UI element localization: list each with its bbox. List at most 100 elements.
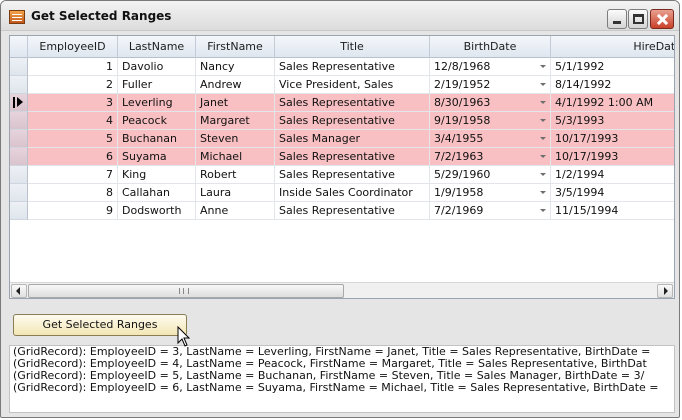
row-selector[interactable] [10, 112, 28, 130]
close-button[interactable] [650, 9, 674, 29]
dropdown-arrow-icon[interactable] [540, 173, 546, 176]
cell-firstname[interactable]: Margaret [196, 112, 275, 130]
cell-employeeid[interactable]: 8 [28, 184, 118, 202]
dropdown-arrow-icon[interactable] [540, 155, 546, 158]
column-header-lastname[interactable]: LastName [118, 36, 196, 58]
cell-birthdate[interactable]: 7/2/1963 [430, 148, 551, 166]
column-header-title[interactable]: Title [275, 36, 430, 58]
column-header-firstname[interactable]: FirstName [196, 36, 275, 58]
row-selector[interactable] [10, 76, 28, 94]
row-selector[interactable] [10, 148, 28, 166]
cell-birthdate[interactable]: 9/19/1958 [430, 112, 551, 130]
scroll-left-arrow-icon[interactable] [11, 284, 27, 298]
cell-lastname[interactable]: King [118, 166, 196, 184]
cell-title[interactable]: Sales Representative [275, 202, 430, 220]
cell-hiredate[interactable]: 1/2/1994 [551, 166, 674, 184]
cell-lastname[interactable]: Davolio [118, 58, 196, 76]
dropdown-arrow-icon[interactable] [540, 119, 546, 122]
cell-firstname[interactable]: Robert [196, 166, 275, 184]
dropdown-arrow-icon[interactable] [540, 137, 546, 140]
horizontal-scrollbar[interactable] [10, 282, 674, 298]
cell-lastname[interactable]: Fuller [118, 76, 196, 94]
cell-lastname[interactable]: Suyama [118, 148, 196, 166]
cell-birthdate[interactable]: 3/4/1955 [430, 130, 551, 148]
dropdown-arrow-icon[interactable] [540, 101, 546, 104]
cell-employeeid[interactable]: 1 [28, 58, 118, 76]
cell-employeeid[interactable]: 3 [28, 94, 118, 112]
employee-grid[interactable]: EmployeeID LastName FirstName Title Birt… [9, 35, 675, 299]
dropdown-arrow-icon[interactable] [540, 209, 546, 212]
dropdown-arrow-icon[interactable] [540, 83, 546, 86]
scroll-thumb[interactable] [28, 284, 344, 298]
output-log[interactable]: (GridRecord): EmployeeID = 3, LastName =… [9, 345, 675, 413]
cell-lastname[interactable]: Peacock [118, 112, 196, 130]
cell-firstname[interactable]: Nancy [196, 58, 275, 76]
cell-hiredate[interactable]: 8/14/1992 [551, 76, 674, 94]
cell-hiredate[interactable]: 11/15/1994 [551, 202, 674, 220]
cell-employeeid[interactable]: 9 [28, 202, 118, 220]
cell-title[interactable]: Sales Representative [275, 58, 430, 76]
cell-employeeid[interactable]: 4 [28, 112, 118, 130]
cell-lastname[interactable]: Dodsworth [118, 202, 196, 220]
cell-title[interactable]: Sales Manager [275, 130, 430, 148]
row-selector[interactable] [10, 184, 28, 202]
cell-title[interactable]: Inside Sales Coordinator [275, 184, 430, 202]
row-selector[interactable] [10, 58, 28, 76]
cell-firstname[interactable]: Janet [196, 94, 275, 112]
cell-birthdate[interactable]: 8/30/1963 [430, 94, 551, 112]
cell-firstname[interactable]: Anne [196, 202, 275, 220]
cell-hiredate[interactable]: 5/3/1993 [551, 112, 674, 130]
minimize-button[interactable] [607, 9, 627, 29]
cell-hiredate[interactable]: 3/5/1994 [551, 184, 674, 202]
column-header-hiredate[interactable]: HireDate [551, 36, 674, 58]
table-row[interactable]: 1 Davolio Nancy Sales Representative 12/8/19… [10, 58, 674, 76]
row-selector[interactable] [10, 94, 28, 112]
table-row[interactable]: 9 Dodsworth Anne Sales Representative 7/2/19… [10, 202, 674, 220]
column-header-employeeid[interactable]: EmployeeID [28, 36, 118, 58]
cell-birthdate[interactable]: 1/9/1958 [430, 184, 551, 202]
cell-employeeid[interactable]: 2 [28, 76, 118, 94]
cell-hiredate[interactable]: 4/1/1992 1:00 AM [551, 94, 674, 112]
cell-firstname[interactable]: Steven [196, 130, 275, 148]
column-header-birthdate[interactable]: BirthDate [430, 36, 551, 58]
table-row[interactable]: 6 Suyama Michael Sales Representative 7/2/19… [10, 148, 674, 166]
cell-firstname[interactable]: Michael [196, 148, 275, 166]
cell-firstname[interactable]: Laura [196, 184, 275, 202]
table-row[interactable]: 5 Buchanan Steven Sales Manager 3/4/1955 10/1… [10, 130, 674, 148]
cell-birthdate[interactable]: 5/29/1960 [430, 166, 551, 184]
dropdown-arrow-icon[interactable] [540, 191, 546, 194]
cell-title[interactable]: Vice President, Sales [275, 76, 430, 94]
cell-title[interactable]: Sales Representative [275, 148, 430, 166]
table-row[interactable]: 7 King Robert Sales Representative 5/29/1960… [10, 166, 674, 184]
row-selector[interactable] [10, 166, 28, 184]
scroll-right-arrow-icon[interactable] [657, 284, 673, 298]
cell-title[interactable]: Sales Representative [275, 166, 430, 184]
row-selector[interactable] [10, 130, 28, 148]
cell-lastname[interactable]: Callahan [118, 184, 196, 202]
table-row[interactable]: 4 Peacock Margaret Sales Representative 9/19… [10, 112, 674, 130]
cell-birthdate[interactable]: 7/2/1969 [430, 202, 551, 220]
grid-header: EmployeeID LastName FirstName Title Birt… [10, 36, 674, 58]
cell-lastname[interactable]: Buchanan [118, 130, 196, 148]
cell-hiredate[interactable]: 10/17/1993 [551, 148, 674, 166]
cell-birthdate[interactable]: 2/19/1952 [430, 76, 551, 94]
cell-lastname[interactable]: Leverling [118, 94, 196, 112]
cell-employeeid[interactable]: 5 [28, 130, 118, 148]
maximize-button[interactable] [628, 9, 648, 29]
cell-firstname[interactable]: Andrew [196, 76, 275, 94]
cell-birthdate[interactable]: 12/8/1968 [430, 58, 551, 76]
table-row[interactable]: 3 Leverling Janet Sales Representative 8/30/… [10, 94, 674, 112]
header-corner[interactable] [10, 36, 28, 58]
cell-employeeid[interactable]: 7 [28, 166, 118, 184]
row-selector[interactable] [10, 202, 28, 220]
dropdown-arrow-icon[interactable] [540, 65, 546, 68]
cell-title[interactable]: Sales Representative [275, 112, 430, 130]
cell-title[interactable]: Sales Representative [275, 94, 430, 112]
table-row[interactable]: 8 Callahan Laura Inside Sales Coordinator 1/… [10, 184, 674, 202]
cell-hiredate[interactable]: 5/1/1992 [551, 58, 674, 76]
cell-hiredate[interactable]: 10/17/1993 [551, 130, 674, 148]
cell-employeeid[interactable]: 6 [28, 148, 118, 166]
get-selected-ranges-button[interactable]: Get Selected Ranges [13, 314, 187, 336]
table-row[interactable]: 2 Fuller Andrew Vice President, Sales 2/19/1… [10, 76, 674, 94]
title-bar[interactable]: Get Selected Ranges [1, 1, 679, 31]
